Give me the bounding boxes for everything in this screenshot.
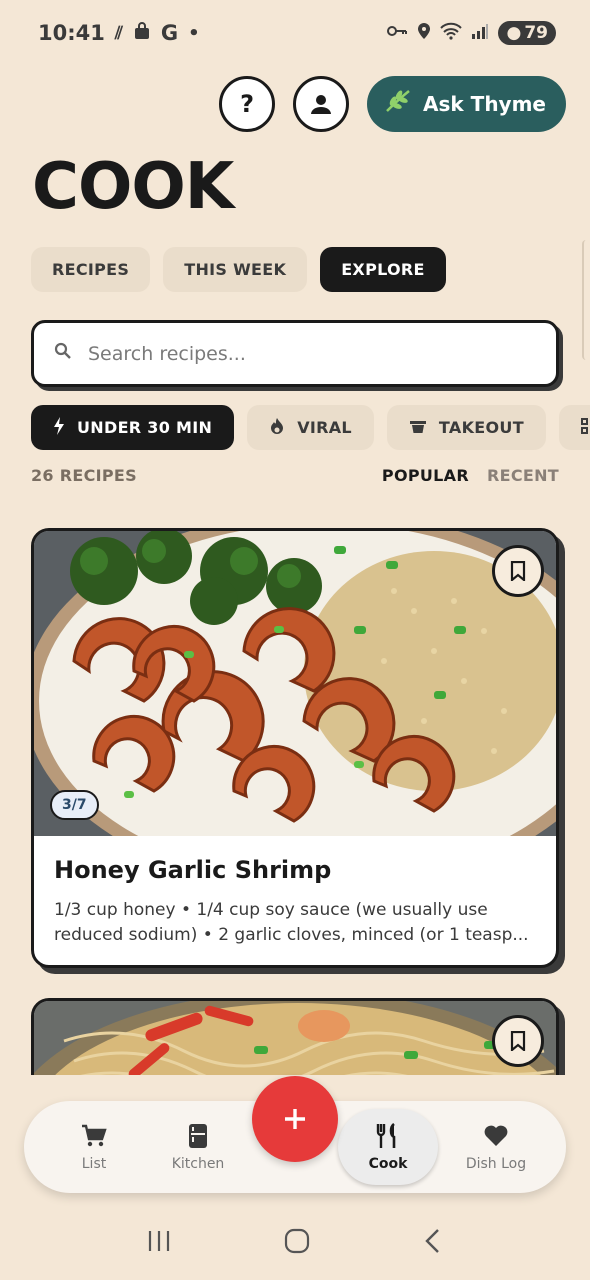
sort-recent[interactable]: RECENT <box>487 466 559 485</box>
hash-icon: ⫽ <box>114 22 123 44</box>
carrier-letter: G <box>160 21 179 45</box>
leaf-icon <box>385 89 411 119</box>
bookmark-icon <box>510 561 526 581</box>
wifi-icon <box>440 22 463 45</box>
recipe-card[interactable] <box>31 998 559 1075</box>
search-input[interactable] <box>88 342 528 365</box>
bookmark-button[interactable] <box>492 1015 544 1067</box>
key-icon <box>386 23 408 43</box>
sort-options: POPULAR RECENT <box>382 466 559 485</box>
photo-pager: 3/7 <box>50 790 99 820</box>
tab-this-week[interactable]: THIS WEEK <box>163 247 308 292</box>
recipe-count: 26 RECIPES <box>31 466 137 485</box>
heart-icon <box>483 1122 509 1150</box>
search-bar <box>31 320 559 387</box>
recipe-photo: 3/7 <box>34 531 556 836</box>
grid-icon <box>580 417 590 438</box>
system-nav-bar <box>0 1216 590 1272</box>
recent-apps-icon[interactable] <box>147 1229 171 1260</box>
person-icon <box>311 95 332 114</box>
recipe-photo <box>34 1001 556 1075</box>
recipe-feed[interactable]: 3/7 Honey Garlic Shrimp 1/3 cup honey • … <box>0 520 590 1075</box>
bookmark-icon <box>510 1031 526 1051</box>
shrimp-rice-image <box>34 531 556 836</box>
nav-cook[interactable]: Cook <box>338 1109 438 1185</box>
nav-label: Dish Log <box>465 1156 527 1172</box>
filter-under-30-min[interactable]: UNDER 30 MIN <box>31 405 235 450</box>
filter-label: TAKEOUT <box>438 418 524 437</box>
noodle-dish-image <box>34 1001 556 1075</box>
filter-label: VIRAL <box>297 418 352 437</box>
profile-button[interactable] <box>293 76 350 132</box>
fridge-icon <box>188 1122 208 1150</box>
search-icon <box>54 342 72 365</box>
tab-explore[interactable]: EXPLORE <box>320 247 446 292</box>
header-actions: ? Ask Thyme <box>219 76 566 132</box>
filter-more[interactable] <box>558 405 590 450</box>
help-button[interactable]: ? <box>219 76 276 132</box>
nav-dish-log[interactable]: Dish Log <box>450 1122 542 1172</box>
battery-level: 79 <box>524 23 548 43</box>
filter-takeout[interactable]: TAKEOUT <box>386 405 546 450</box>
page-title: COOK <box>32 150 234 224</box>
tab-recipes[interactable]: RECIPES <box>31 247 151 292</box>
help-icon: ? <box>240 90 254 118</box>
nav-label: Kitchen <box>171 1156 225 1172</box>
status-time: 10:41 <box>38 21 105 45</box>
ask-thyme-button[interactable]: Ask Thyme <box>367 76 566 132</box>
nav-list[interactable]: List <box>48 1122 140 1172</box>
scroll-indicator <box>582 240 590 360</box>
bag-icon <box>133 21 151 45</box>
flame-icon <box>269 417 285 439</box>
filter-viral[interactable]: VIRAL <box>247 405 374 450</box>
back-icon[interactable] <box>423 1228 443 1261</box>
cart-icon <box>81 1122 107 1150</box>
location-icon <box>417 22 431 45</box>
filter-label: UNDER 30 MIN <box>77 418 213 437</box>
plus-icon <box>285 1109 305 1129</box>
takeout-icon <box>409 418 427 438</box>
home-icon[interactable] <box>284 1228 310 1261</box>
nav-kitchen[interactable]: Kitchen <box>152 1122 244 1172</box>
recipe-title: Honey Garlic Shrimp <box>54 856 332 884</box>
filter-chips: UNDER 30 MIN VIRAL TAKEOUT <box>31 405 590 451</box>
results-header: 26 RECIPES POPULAR RECENT <box>31 466 559 485</box>
battery-icon: ● <box>506 23 522 43</box>
status-bar: 10:41 ⫽ G • ● 79 <box>0 0 590 66</box>
nav-label: Cook <box>368 1156 408 1172</box>
bookmark-button[interactable] <box>492 545 544 597</box>
nav-label: List <box>81 1156 107 1172</box>
utensils-icon <box>375 1122 401 1150</box>
sort-popular[interactable]: POPULAR <box>382 466 469 485</box>
recipe-card[interactable]: 3/7 Honey Garlic Shrimp 1/3 cup honey • … <box>31 528 559 968</box>
ask-thyme-label: Ask Thyme <box>423 92 546 116</box>
dot-icon: • <box>188 22 200 44</box>
battery-indicator: ● 79 <box>498 21 556 45</box>
bolt-icon <box>53 416 65 439</box>
section-tabs: RECIPES THIS WEEK EXPLORE <box>31 247 446 292</box>
recipe-ingredients: 1/3 cup honey • 1/4 cup soy sauce (we us… <box>54 900 529 945</box>
signal-icon <box>471 23 489 44</box>
add-button[interactable] <box>252 1076 338 1162</box>
